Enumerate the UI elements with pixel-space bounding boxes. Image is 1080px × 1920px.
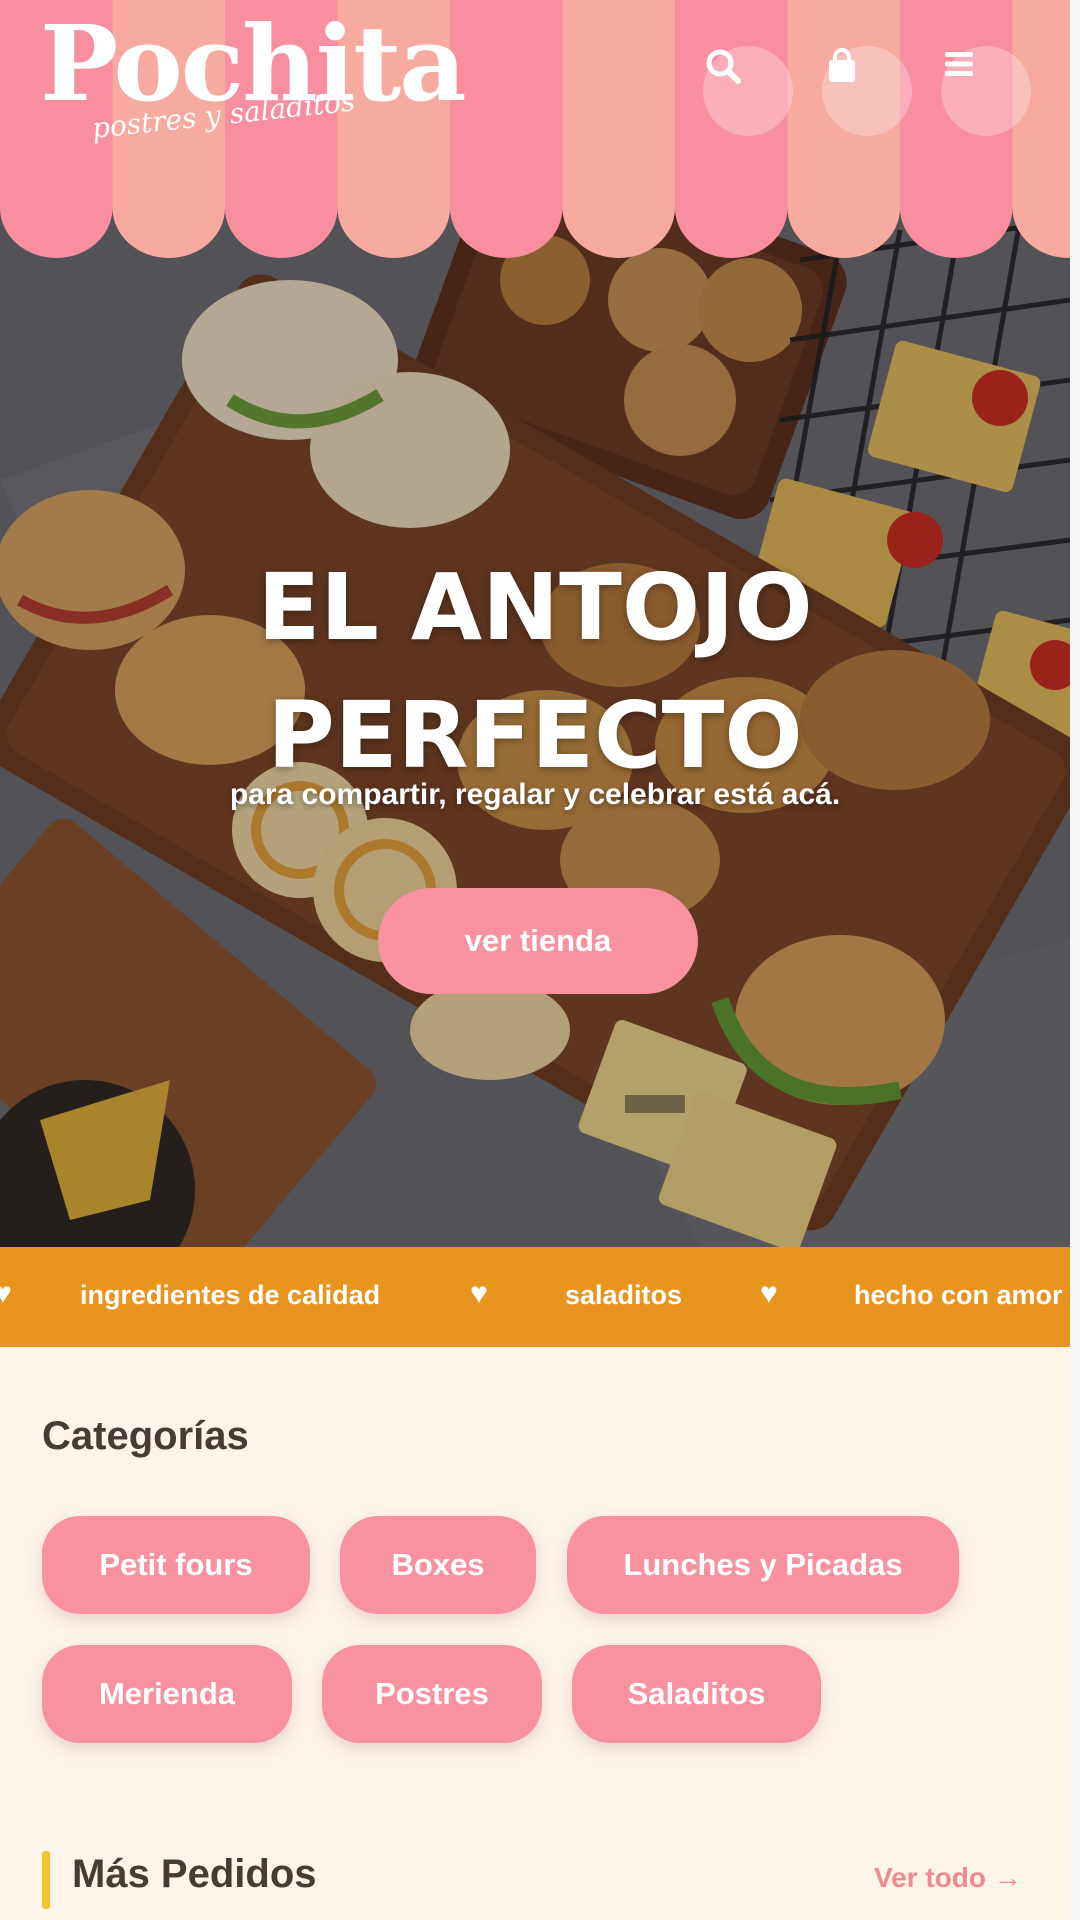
ticker-item: ingredientes de calidad: [80, 1280, 381, 1310]
category-chip-postres[interactable]: Postres: [322, 1645, 542, 1743]
heart-icon: ♥: [0, 1277, 12, 1310]
heart-icon: ♥: [470, 1277, 488, 1310]
category-chip-lunches-y-picadas[interactable]: Lunches y Picadas: [567, 1516, 959, 1614]
category-chip-boxes[interactable]: Boxes: [340, 1516, 536, 1614]
section-accent-bar: [42, 1851, 50, 1909]
ticker-item: hecho con amor: [854, 1280, 1063, 1310]
page: EL ANTOJO PERFECTO para compartir, regal…: [0, 0, 1070, 1920]
awning-scallop: [675, 158, 788, 258]
cart-button[interactable]: [822, 46, 912, 136]
category-chip-petit-fours[interactable]: Petit fours: [42, 1516, 310, 1614]
category-chip-merienda[interactable]: Merienda: [42, 1645, 292, 1743]
hero-banner: EL ANTOJO PERFECTO para compartir, regal…: [0, 160, 1070, 1247]
ver-tienda-button[interactable]: ver tienda: [378, 888, 698, 994]
logo[interactable]: Pochita postres y saladitos: [40, 12, 467, 145]
mas-pedidos-title: Más Pedidos: [72, 1852, 317, 1896]
category-chip-saladitos[interactable]: Saladitos: [572, 1645, 821, 1743]
awning-scallop: [0, 158, 113, 258]
search-button[interactable]: [703, 46, 793, 136]
ticker-item: saladitos: [565, 1280, 683, 1310]
ticker-banner: ♥ ingredientes de calidad ♥ saladitos ♥ …: [0, 1247, 1070, 1347]
awning-scallop: [450, 158, 563, 258]
hero-subtitle: para compartir, regalar y celebrar está …: [229, 778, 841, 811]
awning-scallop: [562, 158, 675, 258]
ver-todo-link[interactable]: Ver todo →: [874, 1862, 1022, 1894]
awning-scallop: [900, 158, 1013, 258]
hero-title-line2: PERFECTO: [267, 682, 803, 789]
awning-scallop: [337, 158, 450, 258]
heart-icon: ♥: [760, 1277, 778, 1310]
categories-title: Categorías: [42, 1414, 249, 1458]
menu-icon: [945, 52, 973, 76]
hero-title-line1: EL ANTOJO: [257, 554, 813, 661]
awning-scallop: [225, 158, 338, 258]
awning-scallop: [787, 158, 900, 258]
menu-button[interactable]: [941, 46, 1031, 136]
shopping-bag-icon: [829, 48, 855, 82]
page-edge: [1070, 0, 1080, 1920]
search-icon: [706, 49, 741, 84]
site-header: Pochita postres y saladitos: [0, 0, 1070, 260]
awning-scallop: [112, 158, 225, 258]
